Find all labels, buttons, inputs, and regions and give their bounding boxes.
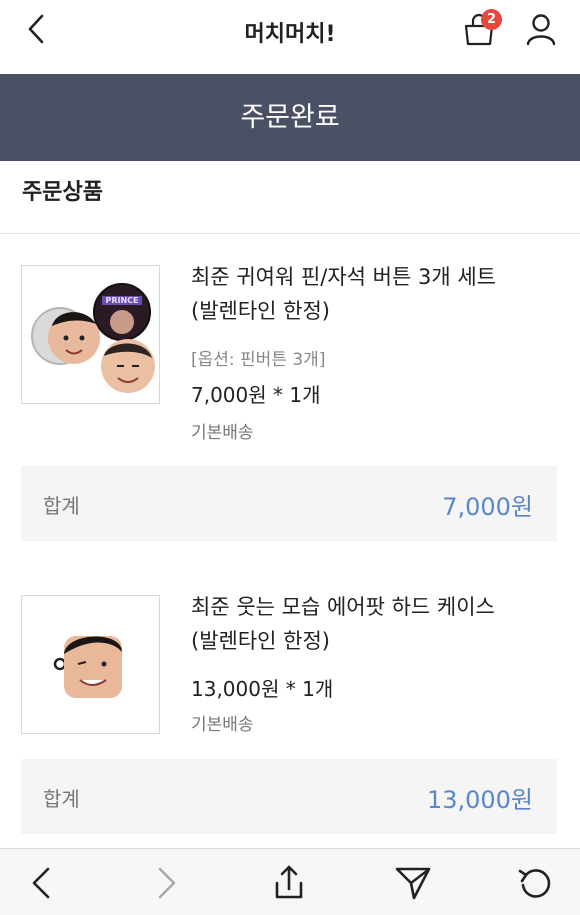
- item-total-label: 합계: [43, 787, 80, 811]
- product-name-line2: (발렌타인 한정): [191, 299, 330, 323]
- app-header: 머치머치! 2: [0, 0, 580, 74]
- shipping-method: 기본배송: [191, 715, 254, 735]
- user-icon[interactable]: [522, 10, 562, 50]
- cart-count-badge: 2: [481, 9, 502, 30]
- browser-toolbar: [0, 848, 580, 915]
- share-icon[interactable]: [269, 863, 309, 903]
- order-items-heading: 주문상품: [22, 180, 103, 205]
- product-name[interactable]: 최준 웃는 모습 에어팟 하드 케이스 (발렌타인 한정): [191, 590, 551, 658]
- chevron-right-icon[interactable]: [148, 863, 188, 903]
- product-name-line1: 최준 웃는 모습 에어팟 하드 케이스: [191, 595, 495, 619]
- product-name[interactable]: 최준 귀여워 핀/자석 버튼 3개 세트 (발렌타인 한정): [191, 260, 551, 328]
- section-divider: [0, 233, 580, 234]
- chevron-left-icon[interactable]: [22, 863, 62, 903]
- product-thumbnail-airpod-case[interactable]: [21, 595, 160, 734]
- item-total-label: 합계: [43, 494, 80, 518]
- shipping-method: 기본배송: [191, 423, 254, 443]
- item-total-amount: 13,000원: [426, 786, 533, 814]
- product-thumbnail-pin-buttons[interactable]: PRINCE: [21, 265, 160, 404]
- product-price-qty: 7,000원 * 1개: [191, 383, 321, 407]
- product-name-line2: (발렌타인 한정): [191, 629, 330, 653]
- order-complete-banner: 주문완료: [0, 74, 580, 161]
- product-name-line1: 최준 귀여워 핀/자석 버튼 3개 세트: [191, 265, 496, 289]
- airpod-case-image: [53, 636, 122, 698]
- item-total-box: 합계 7,000원: [21, 466, 557, 541]
- reload-icon[interactable]: [516, 863, 556, 903]
- send-icon[interactable]: [393, 863, 433, 903]
- item-total-box: 합계 13,000원: [21, 759, 557, 834]
- button-poster-text: PRINCE: [105, 296, 138, 305]
- item-total-amount: 7,000원: [442, 493, 533, 521]
- product-price-qty: 13,000원 * 1개: [191, 677, 334, 701]
- product-option: [옵션: 핀버튼 3개]: [191, 350, 326, 370]
- pin-buttons-image: PRINCE: [31, 283, 155, 393]
